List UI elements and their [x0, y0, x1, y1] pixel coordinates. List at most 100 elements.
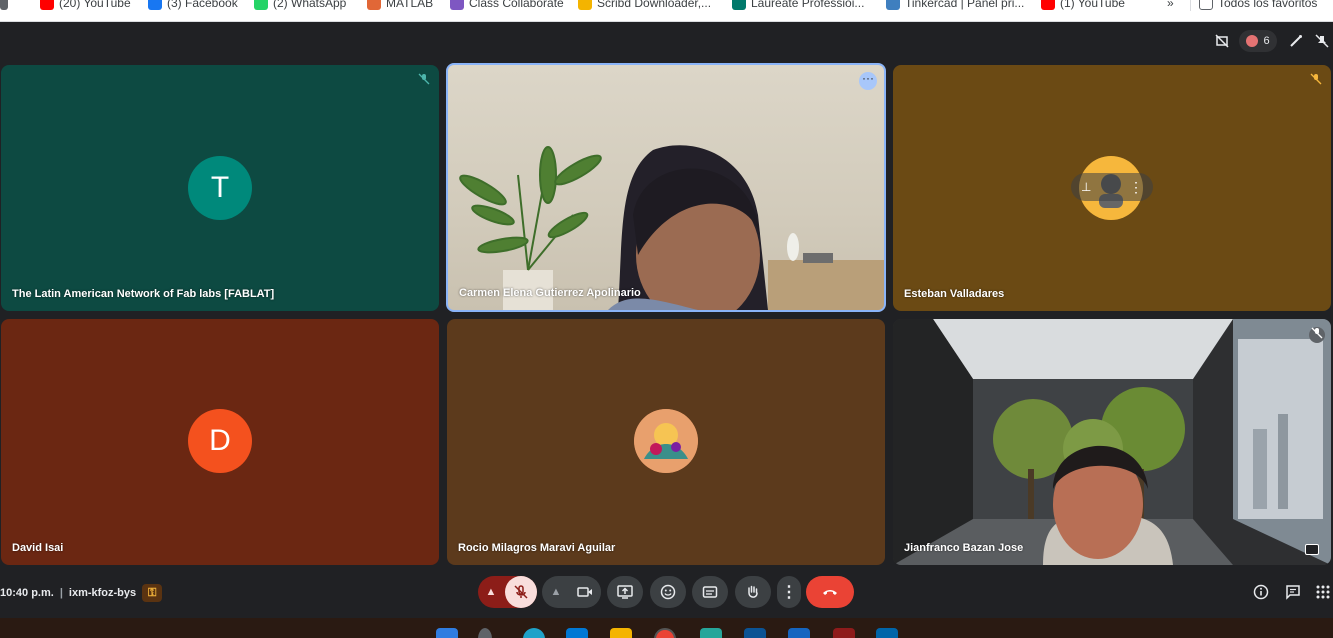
bookmark-item[interactable]: (1) YouTube [1041, 0, 1125, 11]
more-vert-icon: ⋮ [781, 584, 797, 601]
edge-browser-icon[interactable] [523, 628, 545, 638]
bookmark-item[interactable]: (2) WhatsApp [254, 0, 346, 11]
chat-icon [1286, 585, 1300, 600]
participant-tile[interactable]: Jianfranco Bazan Jose [893, 319, 1331, 565]
pin-off-icon[interactable] [1311, 30, 1333, 52]
reactions-button[interactable] [650, 576, 686, 608]
participant-name: Esteban Valladares [904, 288, 1005, 300]
camera-toggle-button[interactable] [569, 576, 601, 608]
bookmark-item[interactable]: Tinkercad | Panel pri... [886, 0, 1024, 11]
participant-video [893, 319, 1331, 565]
bookmark-item[interactable]: (3) Facebook [148, 0, 238, 11]
app-icon[interactable] [700, 628, 722, 638]
bookmark-favicon-icon [578, 0, 592, 10]
no-present-icon[interactable] [1211, 30, 1233, 52]
camera-options-chevron-icon[interactable]: ▲ [542, 586, 570, 598]
mic-off-icon [514, 585, 528, 599]
participant-tile[interactable]: Rocio Milagros Maravi Aguilar [447, 319, 885, 565]
picture-in-picture-icon[interactable] [1305, 544, 1319, 555]
bookmark-item[interactable]: Laureate Professioi... [732, 0, 864, 11]
meeting-time: 10:40 p.m. [0, 587, 54, 599]
end-call-icon [823, 590, 837, 595]
present-icon [617, 585, 633, 599]
azure-icon[interactable] [566, 628, 588, 638]
participant-name: Rocio Milagros Maravi Aguilar [458, 542, 616, 554]
participant-name: David Isai [12, 542, 64, 554]
meeting-info: 10:40 p.m. | ixm-kfoz-bys ⚿ [0, 584, 163, 602]
bookmark-label: (2) WhatsApp [273, 0, 347, 10]
bookmark-label: MATLAB [386, 0, 434, 10]
chat-button[interactable] [1283, 582, 1303, 602]
avatar [634, 409, 698, 473]
bookmark-apps-icon[interactable] [0, 0, 8, 11]
os-taskbar [0, 618, 1333, 638]
bookmarks-overflow-button[interactable]: » [1167, 0, 1174, 11]
apps-grid-icon [1316, 585, 1330, 599]
participant-tile[interactable]: D David Isai [1, 319, 439, 565]
participant-name: The Latin American Network of Fab labs [… [12, 288, 275, 300]
bookmark-label: (20) YouTube [59, 0, 131, 10]
participant-tile[interactable]: T The Latin American Network of Fab labs… [1, 65, 439, 311]
bookmark-item[interactable]: Scribd Downloader,... [578, 0, 711, 11]
folder-icon [1199, 0, 1213, 10]
participant-name: Jianfranco Bazan Jose [904, 542, 1024, 554]
bookmark-favicon-icon [1041, 0, 1055, 10]
mic-off-icon [417, 73, 431, 87]
search-icon[interactable] [478, 628, 492, 638]
host-controls-icon[interactable]: ⚿ [142, 584, 163, 602]
file-explorer-icon[interactable] [610, 628, 632, 638]
participant-video [459, 145, 884, 310]
bookmark-item[interactable]: MATLAB [367, 0, 433, 11]
mic-toggle-button[interactable] [505, 576, 537, 608]
hand-icon [748, 585, 758, 598]
people-icon [1246, 35, 1259, 47]
bookmark-label: Tinkercad | Panel pri... [905, 0, 1025, 10]
participant-name: Carmen Elena Gutierrez Apolinario [459, 287, 641, 299]
leave-call-button[interactable] [806, 576, 854, 608]
pin-icon[interactable]: ⊥ [1081, 180, 1091, 194]
vscode-icon[interactable] [876, 628, 898, 638]
avatar: T [188, 156, 252, 220]
bookmark-item[interactable]: Class Collaborate [450, 0, 564, 11]
meeting-controls-bar: 10:40 p.m. | ixm-kfoz-bys ⚿ ▲ ▲ ⋮ [0, 566, 1333, 618]
bookmark-favicon-icon [148, 0, 162, 10]
captions-icon [702, 586, 718, 598]
bookmark-favicon-icon [40, 0, 54, 10]
video-camera-icon [577, 587, 592, 597]
more-vert-icon[interactable]: ⋮ [1129, 179, 1143, 196]
bookmark-item[interactable]: (20) YouTube [40, 0, 131, 11]
windows-start-icon[interactable] [436, 628, 458, 638]
participant-tile[interactable]: ⊥ ⋮ Esteban Valladares [893, 65, 1331, 311]
app-icon[interactable] [744, 628, 766, 638]
magic-wand-icon[interactable] [1285, 30, 1307, 52]
emoji-icon [660, 584, 676, 600]
bookmarks-bar: (20) YouTube (3) Facebook (2) WhatsApp MATL… [0, 0, 1333, 22]
more-options-button[interactable]: ⋮ [777, 576, 801, 608]
more-options-icon[interactable]: ··· [859, 72, 877, 90]
avatar: D [188, 409, 252, 473]
chrome-icon[interactable] [654, 628, 676, 638]
bookmark-favicon-icon [450, 0, 464, 10]
bookmark-label: (3) Facebook [167, 0, 238, 10]
mic-off-icon [1309, 73, 1323, 87]
info-icon [1253, 584, 1269, 600]
activities-button[interactable] [1313, 582, 1333, 602]
bookmark-favicon-icon [367, 0, 381, 10]
mic-off-icon [1309, 327, 1325, 343]
app-icon[interactable] [833, 628, 855, 638]
captions-button[interactable] [692, 576, 728, 608]
meeting-code: ixm-kfoz-bys [68, 587, 137, 599]
bookmark-favicon-icon [254, 0, 268, 10]
present-screen-button[interactable] [607, 576, 643, 608]
bookmark-label: Laureate Professioi... [751, 0, 865, 10]
meeting-details-button[interactable] [1251, 582, 1271, 602]
bookmark-label: (1) YouTube [1060, 0, 1125, 10]
all-bookmarks-folder[interactable]: Todos los favoritos [1190, 0, 1317, 11]
raise-hand-button[interactable] [735, 576, 771, 608]
app-icon[interactable] [788, 628, 810, 638]
participants-button[interactable]: 6 [1239, 30, 1277, 52]
bookmark-favicon-icon [732, 0, 746, 10]
participant-tile[interactable]: ··· Carmen Elena Gutierrez Apolinario [446, 63, 886, 312]
bookmark-favicon-icon [886, 0, 900, 10]
mic-options-chevron-icon[interactable]: ▲ [478, 586, 504, 598]
